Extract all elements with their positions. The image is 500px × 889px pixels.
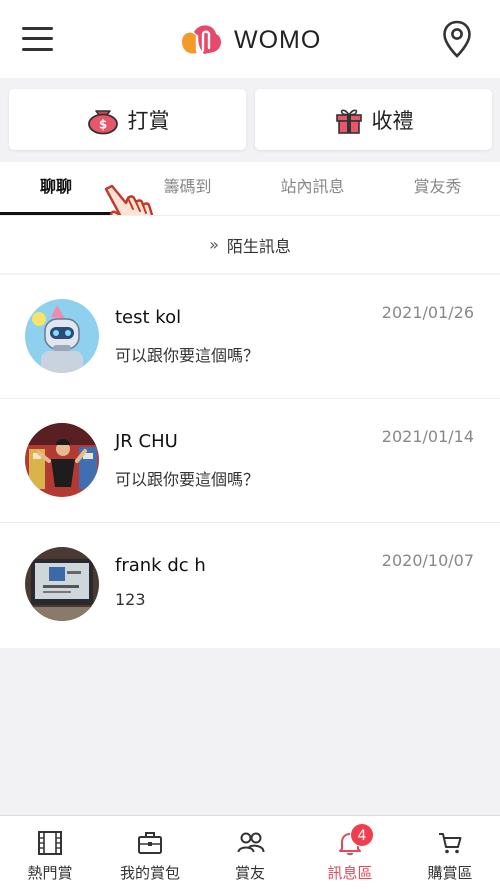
stranger-messages-link[interactable]: » 陌生訊息	[0, 215, 500, 273]
briefcase-icon	[138, 832, 162, 854]
double-chevron-icon: »	[209, 235, 219, 254]
tip-button[interactable]: $ 打賞	[9, 89, 246, 150]
action-row: $ 打賞 收禮	[9, 89, 492, 150]
gift-button[interactable]: 收禮	[255, 89, 492, 150]
nav-shop[interactable]: 購賞區	[400, 816, 500, 889]
nav-label: 訊息區	[327, 864, 373, 882]
nav-label: 熱門賞	[27, 864, 73, 882]
brand-name: WOMO	[234, 25, 322, 54]
conversation-preview: 123	[115, 590, 146, 609]
menu-icon[interactable]	[22, 26, 54, 52]
conversation-date: 2021/01/26	[381, 303, 474, 322]
tab-friend-show[interactable]: 賞友秀	[375, 162, 500, 215]
location-pin-icon[interactable]	[442, 20, 472, 58]
tip-label: 打賞	[127, 108, 170, 133]
gift-label: 收禮	[371, 108, 414, 133]
svg-text:$: $	[98, 117, 106, 131]
avatar	[25, 299, 99, 373]
conversation-date: 2021/01/14	[381, 427, 474, 446]
friends-icon	[237, 832, 265, 853]
nav-hot[interactable]: 熱門賞	[0, 816, 100, 889]
nav-messages[interactable]: 4 訊息區	[300, 816, 400, 889]
brand: WOMO	[178, 22, 321, 58]
tab-chat[interactable]: 聊聊	[0, 162, 112, 215]
conversation-date: 2020/10/07	[381, 551, 474, 570]
stranger-messages-label: 陌生訊息	[226, 236, 291, 256]
tab-site-messages[interactable]: 站內訊息	[250, 162, 375, 215]
conversation-name: frank dc h	[115, 555, 206, 576]
nav-label: 購賞區	[427, 864, 473, 882]
app-header: WOMO	[0, 0, 500, 78]
conversation-row[interactable]: test kol 可以跟你要這個嗎？ 2021/01/26	[0, 275, 500, 399]
bottom-nav: 熱門賞 我的賞包 賞友 4 訊息區 購賞區	[0, 815, 500, 889]
nav-label: 賞友	[234, 864, 265, 882]
nav-my-wallet[interactable]: 我的賞包	[100, 816, 200, 889]
conversation-preview: 可以跟你要這個嗎？	[115, 346, 260, 365]
nav-label: 我的賞包	[119, 864, 180, 882]
conversation-row[interactable]: frank dc h 123 2020/10/07	[0, 523, 500, 647]
gift-icon	[335, 109, 362, 134]
nav-friends[interactable]: 賞友	[200, 816, 300, 889]
avatar	[25, 547, 99, 621]
cart-icon	[439, 833, 462, 854]
avatar	[25, 423, 99, 497]
money-bag-icon: $	[87, 109, 118, 134]
unread-badge: 4	[350, 823, 374, 847]
film-icon	[38, 831, 62, 855]
conversation-row[interactable]: JR CHU 可以跟你要這個嗎？ 2021/01/14	[0, 399, 500, 523]
conversation-list: test kol 可以跟你要這個嗎？ 2021/01/26 JR CHU 可以跟…	[0, 275, 500, 648]
conversation-preview: 可以跟你要這個嗎？	[115, 470, 260, 489]
conversation-name: JR CHU	[115, 431, 178, 452]
conversation-name: test kol	[115, 307, 182, 328]
womo-logo-icon	[182, 25, 221, 54]
message-tabs: 聊聊 籌碼到 站內訊息 賞友秀	[0, 162, 500, 215]
